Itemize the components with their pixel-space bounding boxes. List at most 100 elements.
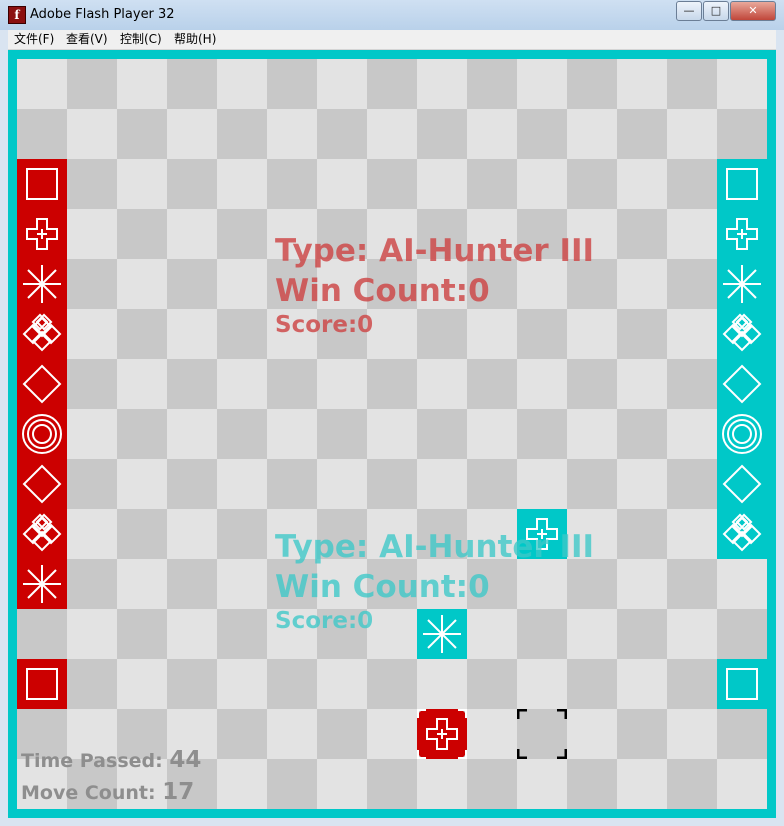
board-square[interactable] (567, 459, 617, 509)
red-piece-king[interactable] (17, 409, 67, 459)
red-piece-star[interactable] (17, 559, 67, 609)
board-square[interactable] (617, 659, 667, 709)
board-square[interactable] (167, 309, 217, 359)
board-square[interactable] (167, 459, 217, 509)
board-square[interactable] (417, 59, 467, 109)
board-square[interactable] (367, 59, 417, 109)
board-square[interactable] (567, 59, 617, 109)
board-square[interactable] (517, 409, 567, 459)
board-square[interactable] (67, 109, 117, 159)
board-square[interactable] (217, 759, 267, 809)
board-square[interactable] (367, 709, 417, 759)
close-button[interactable]: ✕ (730, 1, 776, 21)
board-square[interactable] (67, 659, 117, 709)
board-square[interactable] (717, 709, 767, 759)
board-square[interactable] (117, 559, 167, 609)
menu-control[interactable]: 控制(C) (120, 32, 162, 47)
board-square[interactable] (467, 109, 517, 159)
board-square[interactable] (567, 359, 617, 409)
cyan-piece-diamond[interactable] (717, 459, 767, 509)
board-square[interactable] (217, 359, 267, 409)
red-piece-diamond[interactable] (17, 459, 67, 509)
board-square[interactable] (517, 59, 567, 109)
board-square[interactable] (167, 659, 217, 709)
board-square[interactable] (167, 559, 217, 609)
board-square[interactable] (17, 609, 67, 659)
board-square[interactable] (717, 109, 767, 159)
board-square[interactable] (617, 559, 667, 609)
menu-file[interactable]: 文件(F) (14, 32, 54, 47)
board-square[interactable] (617, 459, 667, 509)
board-square[interactable] (117, 209, 167, 259)
board-square[interactable] (617, 609, 667, 659)
board-square[interactable] (667, 109, 717, 159)
red-piece-quad[interactable] (17, 309, 67, 359)
board-square[interactable] (267, 759, 317, 809)
board-square[interactable] (17, 109, 67, 159)
board-square[interactable] (467, 459, 517, 509)
board-square[interactable] (317, 159, 367, 209)
board-square[interactable] (217, 409, 267, 459)
board-square[interactable] (517, 659, 567, 709)
board-square[interactable] (417, 309, 467, 359)
board-square[interactable] (117, 659, 167, 709)
board-square[interactable] (417, 759, 467, 809)
board-square[interactable] (567, 709, 617, 759)
board-square[interactable] (517, 759, 567, 809)
board-square[interactable] (617, 259, 667, 309)
board-square[interactable] (117, 109, 167, 159)
board-square[interactable] (467, 59, 517, 109)
board-square[interactable] (117, 409, 167, 459)
board-square[interactable] (167, 359, 217, 409)
board-square[interactable] (67, 409, 117, 459)
board-square[interactable] (517, 309, 567, 359)
board-square[interactable] (617, 359, 667, 409)
red-piece-quad[interactable] (17, 509, 67, 559)
board-square[interactable] (217, 309, 267, 359)
board-square[interactable] (517, 609, 567, 659)
board-square[interactable] (67, 259, 117, 309)
red-piece-cross[interactable] (17, 209, 67, 259)
board-square[interactable] (267, 659, 317, 709)
board-square[interactable] (167, 409, 217, 459)
board-square[interactable] (667, 409, 717, 459)
board-square[interactable] (17, 59, 67, 109)
board-square[interactable] (217, 259, 267, 309)
board-square[interactable] (117, 609, 167, 659)
board-square[interactable] (117, 159, 167, 209)
board-square[interactable] (567, 109, 617, 159)
board-square[interactable] (717, 559, 767, 609)
board-square[interactable] (467, 159, 517, 209)
board-square[interactable] (467, 659, 517, 709)
board-square[interactable] (667, 509, 717, 559)
board-square[interactable] (317, 659, 367, 709)
board-square[interactable] (217, 559, 267, 609)
board-square[interactable] (167, 109, 217, 159)
board-square[interactable] (217, 659, 267, 709)
red-piece-square[interactable] (17, 159, 67, 209)
board-square[interactable] (567, 309, 617, 359)
board-square[interactable] (617, 409, 667, 459)
board-square[interactable] (467, 609, 517, 659)
board-square[interactable] (217, 709, 267, 759)
board-square[interactable] (167, 159, 217, 209)
board-square[interactable] (267, 59, 317, 109)
board-square[interactable] (317, 109, 367, 159)
cyan-piece-cross[interactable] (717, 209, 767, 259)
red-piece-square[interactable] (17, 659, 67, 709)
board-square[interactable] (267, 359, 317, 409)
cyan-piece-king[interactable] (717, 409, 767, 459)
board-square[interactable] (667, 759, 717, 809)
board-square[interactable] (667, 309, 717, 359)
board-square[interactable] (367, 759, 417, 809)
board-square[interactable] (117, 309, 167, 359)
target-cursor[interactable] (516, 708, 568, 760)
board-square[interactable] (167, 209, 217, 259)
board-square[interactable] (217, 209, 267, 259)
board-square[interactable] (417, 659, 467, 709)
board-square[interactable] (267, 709, 317, 759)
board-square[interactable] (67, 509, 117, 559)
board-square[interactable] (667, 159, 717, 209)
board-square[interactable] (617, 159, 667, 209)
board-square[interactable] (367, 109, 417, 159)
